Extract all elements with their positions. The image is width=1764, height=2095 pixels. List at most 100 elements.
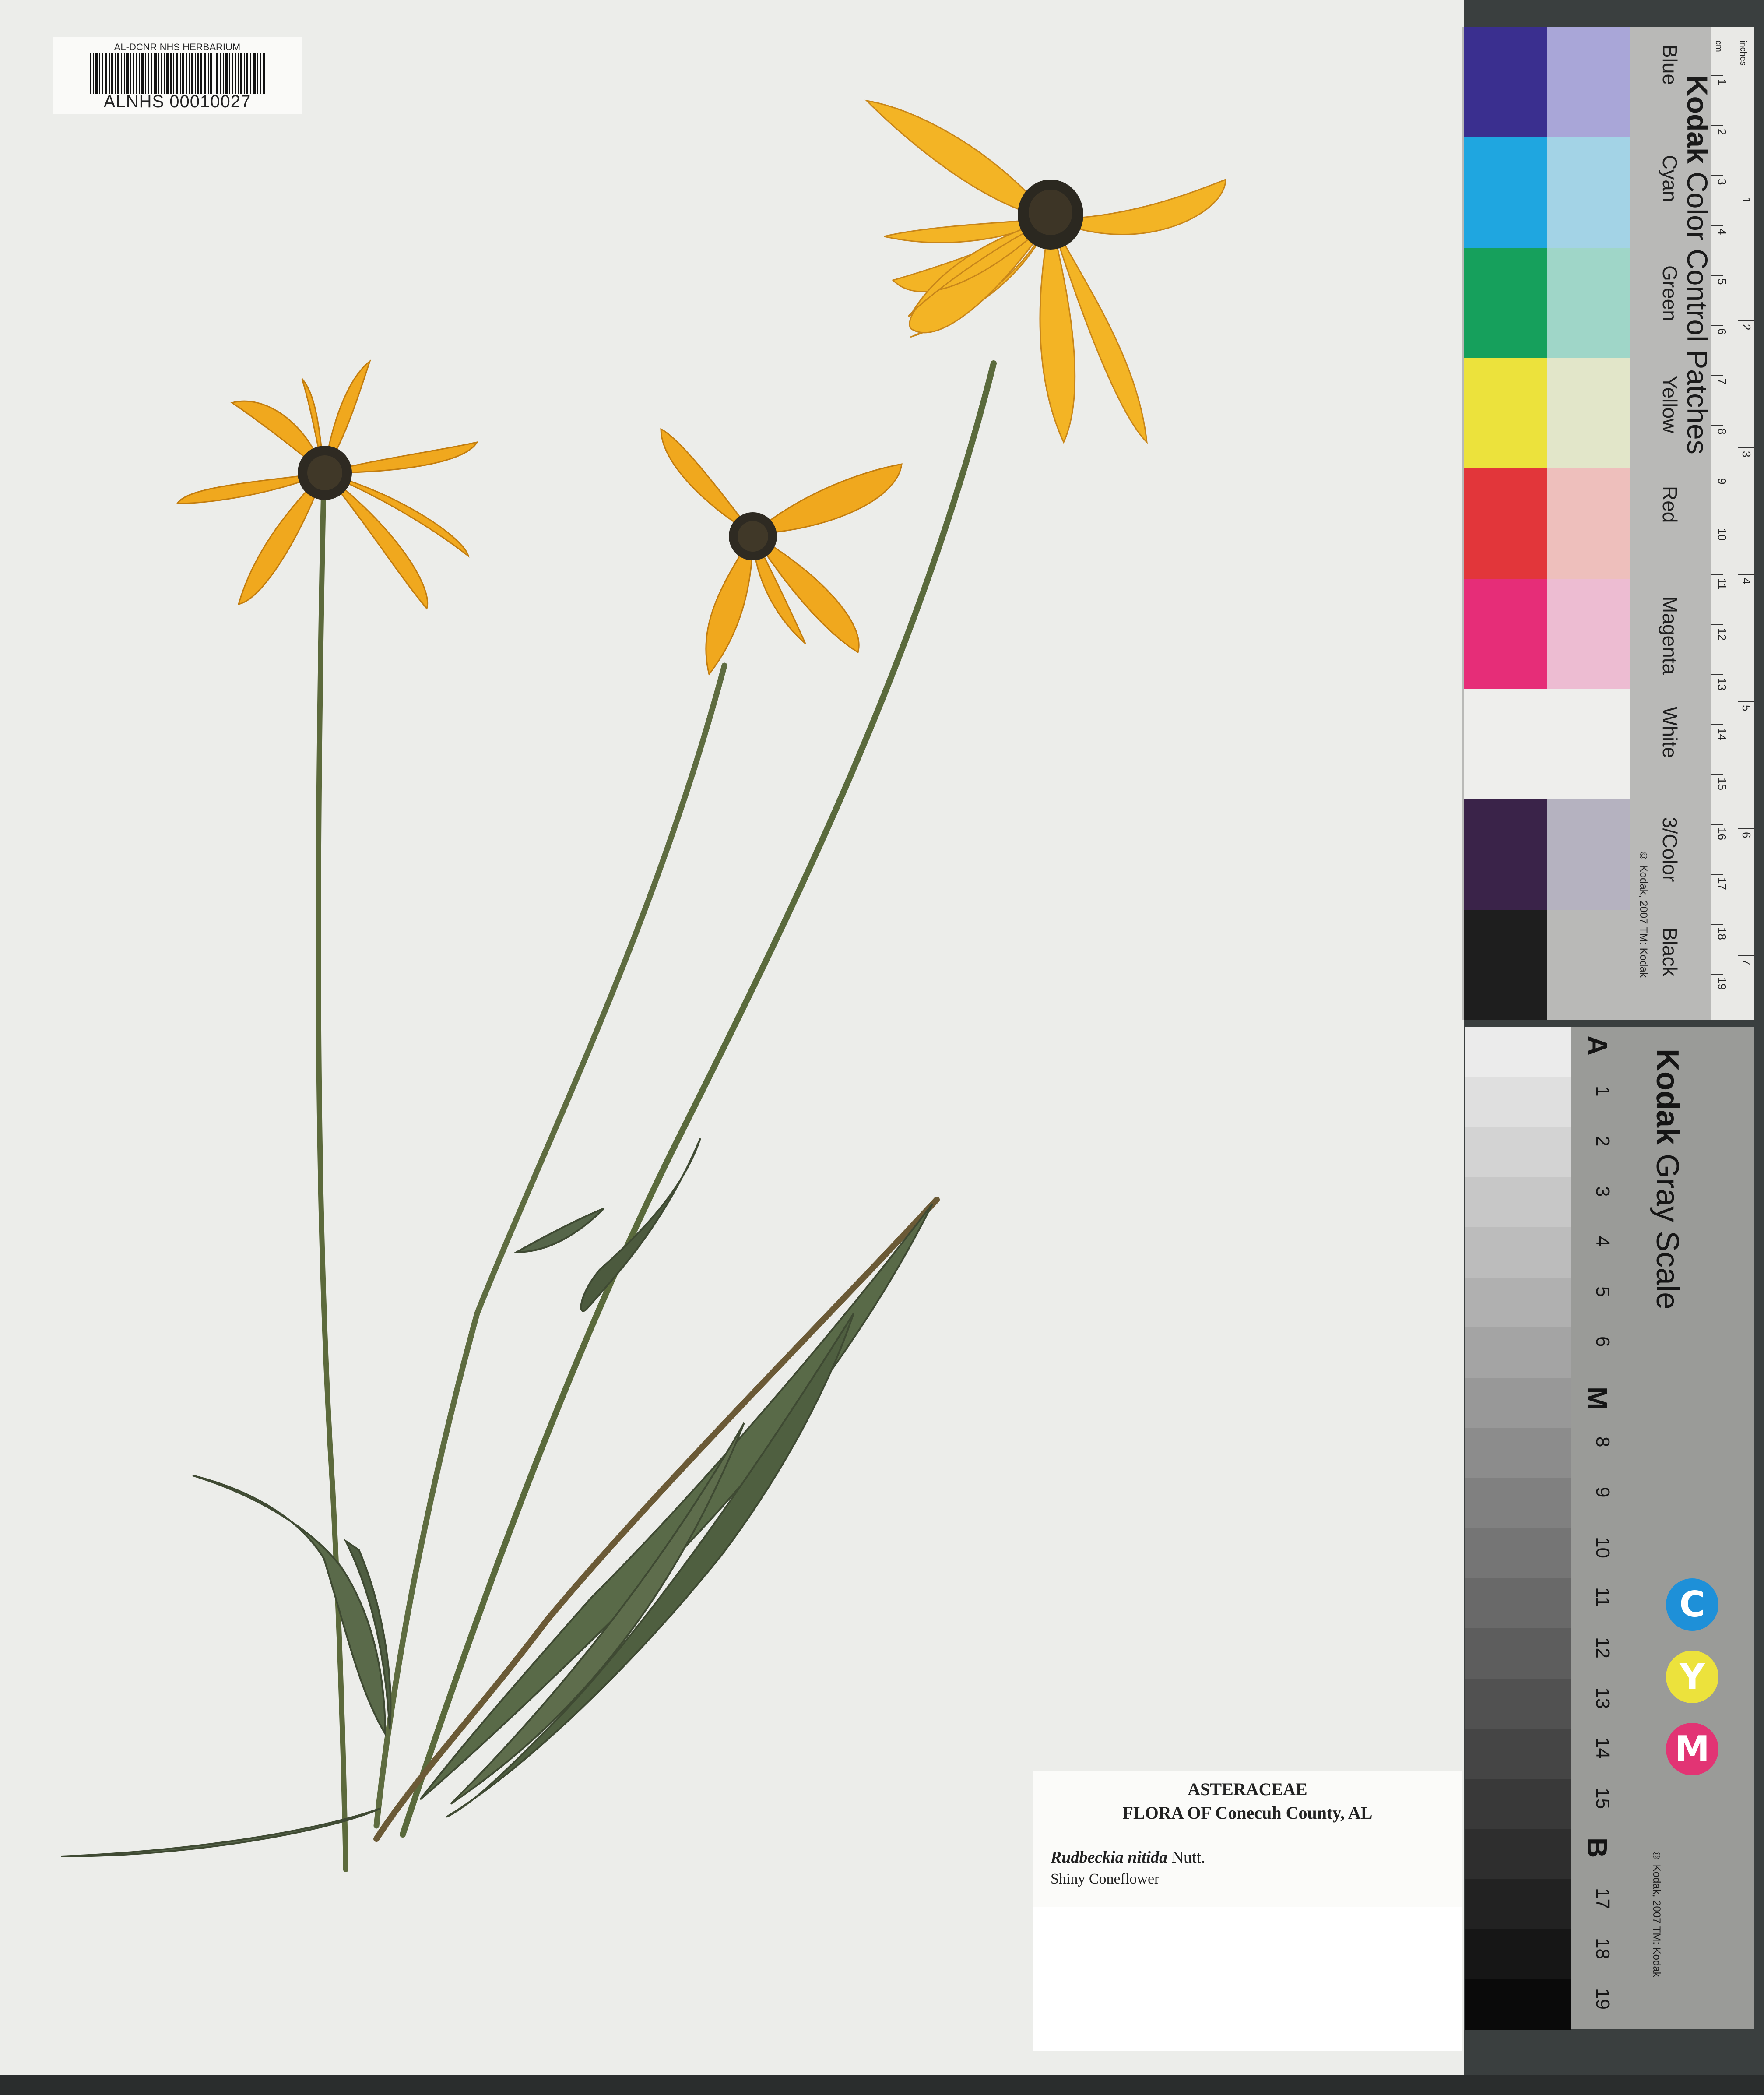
gray-step-label: 5: [1592, 1286, 1613, 1297]
patch-row-green: [1464, 248, 1630, 358]
gray-step: [1465, 1628, 1571, 1679]
gray-step: [1465, 1578, 1571, 1629]
gray-step-label: 3: [1592, 1186, 1613, 1197]
patch-dark: [1464, 910, 1547, 1020]
label-blank-area: [1033, 1907, 1462, 2051]
kodak-logo: Kodak: [1650, 1049, 1685, 1145]
ruler-inch-tick: [1738, 955, 1754, 956]
ruler-tick: [1711, 724, 1723, 725]
ruler-inch-tick: [1738, 574, 1754, 575]
patch-light: [1547, 137, 1630, 248]
gray-step-label: 10: [1592, 1537, 1613, 1558]
patch-row-magenta: [1464, 579, 1630, 689]
gray-step-label: 8: [1592, 1437, 1613, 1447]
ruler-cm-label: 18: [1715, 927, 1729, 940]
catalog-number: ALNHS 00010027: [103, 92, 251, 111]
ruler-tick: [1711, 425, 1723, 426]
ruler-inch-tick: [1738, 701, 1754, 702]
patch-light: [1547, 27, 1630, 137]
gray-step: [1465, 1879, 1571, 1930]
binomial: Rudbeckia nitida: [1051, 1848, 1168, 1866]
barcode-label: AL-DCNR NHS HERBARIUM ALNHS 00010027: [53, 37, 302, 114]
gray-steps: [1465, 1027, 1571, 2030]
gray-step: [1465, 1478, 1571, 1528]
gray-step: [1465, 1829, 1571, 1880]
stem-right: [400, 360, 997, 1838]
patch-dark: [1464, 468, 1547, 579]
gray-step: [1465, 1778, 1571, 1829]
ruler-cm-label: 1: [1715, 79, 1729, 85]
ruler-cm-label: 4: [1715, 229, 1729, 235]
patch-label: Magenta: [1659, 596, 1681, 675]
authority: Nutt.: [1171, 1848, 1205, 1866]
patch-row-blue: [1464, 27, 1630, 137]
ruler-tick: [1711, 275, 1723, 276]
ruler-tick: [1711, 874, 1723, 875]
patch-label: Black: [1659, 927, 1681, 977]
ruler-cm-label: 10: [1715, 528, 1729, 541]
stem-dried: [373, 1197, 940, 1842]
patch-light: [1547, 689, 1630, 799]
ruler-inch-label: 4: [1740, 578, 1753, 584]
ruler-tick: [1711, 574, 1723, 575]
gray-step-label: M: [1581, 1386, 1613, 1410]
gray-step-label: B: [1581, 1838, 1613, 1858]
family-name: ASTERACEAE: [1188, 1779, 1307, 1799]
ruler-cm-label: 2: [1715, 129, 1729, 135]
ruler-inch-tick: [1738, 828, 1754, 829]
mounting-sheet: AL-DCNR NHS HERBARIUM ALNHS 00010027 AST…: [0, 0, 1464, 2075]
patch-label: White: [1659, 707, 1681, 758]
patch-dark: [1464, 689, 1547, 799]
patch-light: [1547, 579, 1630, 689]
herbarium-specimen-scan: AL-DCNR NHS HERBARIUM ALNHS 00010027 AST…: [0, 0, 1764, 2095]
gray-step-label: 14: [1592, 1737, 1613, 1759]
gray-step-label: 17: [1592, 1887, 1613, 1909]
kodak-color-control-card: Kodak Color Control Patches © Kodak, 200…: [1462, 27, 1754, 1092]
cym-dot-c: C: [1666, 1578, 1718, 1631]
gray-step-label: 4: [1592, 1236, 1613, 1247]
ruler-inch-tick: [1738, 447, 1754, 448]
kodak-logo: Kodak: [1681, 75, 1714, 164]
gray-step: [1465, 1929, 1571, 1980]
leaf-stem-middle: [513, 1208, 605, 1253]
specimen-label: ASTERACEAE FLORA OF Conecuh County, AL R…: [1033, 1771, 1462, 2051]
ruler-tick: [1711, 225, 1723, 226]
flower-middle: [660, 428, 903, 676]
ruler-inch-label: 7: [1740, 959, 1753, 965]
patch-dark: [1464, 358, 1547, 468]
gray-step: [1465, 1428, 1571, 1479]
patch-label: Green: [1659, 265, 1681, 321]
leaf-lower-left: [192, 1475, 387, 1737]
gray-step: [1465, 1377, 1571, 1428]
ruler-cm-label: 14: [1715, 728, 1729, 740]
gray-step-label: 18: [1592, 1938, 1613, 1959]
ruler-tick: [1711, 824, 1723, 825]
ruler-cm-label: 13: [1715, 678, 1729, 690]
ruler-cm-label: 19: [1715, 977, 1729, 990]
ruler-inch-label: 5: [1740, 705, 1753, 711]
patch-light: [1547, 799, 1630, 910]
ruler-cm-label: 9: [1715, 478, 1729, 485]
barcode-icon: [90, 53, 265, 94]
gray-step-label: 15: [1592, 1787, 1613, 1809]
patch-row-3-color: [1464, 799, 1630, 910]
gray-step-label: 13: [1592, 1687, 1613, 1709]
patch-light: [1547, 248, 1630, 358]
patch-label: Yellow: [1659, 376, 1681, 433]
leaf-long-basal: [419, 1203, 933, 1800]
gray-step-label: 9: [1592, 1486, 1613, 1497]
ruler-cm-label: 7: [1715, 378, 1729, 385]
stem-left: [316, 470, 348, 1872]
ruler-tick: [1711, 674, 1723, 675]
gray-step: [1465, 1678, 1571, 1729]
patch-row-cyan: [1464, 137, 1630, 248]
patch-dark: [1464, 27, 1547, 137]
ruler-tick: [1711, 924, 1723, 925]
ruler-tick: [1711, 375, 1723, 376]
ruler-tick: [1711, 325, 1723, 326]
gray-step: [1465, 1227, 1571, 1278]
gray-step: [1465, 1729, 1571, 1779]
gray-step: [1465, 1127, 1571, 1178]
patch-dark: [1464, 799, 1547, 910]
ruler-unit-cm: cm: [1714, 40, 1723, 52]
